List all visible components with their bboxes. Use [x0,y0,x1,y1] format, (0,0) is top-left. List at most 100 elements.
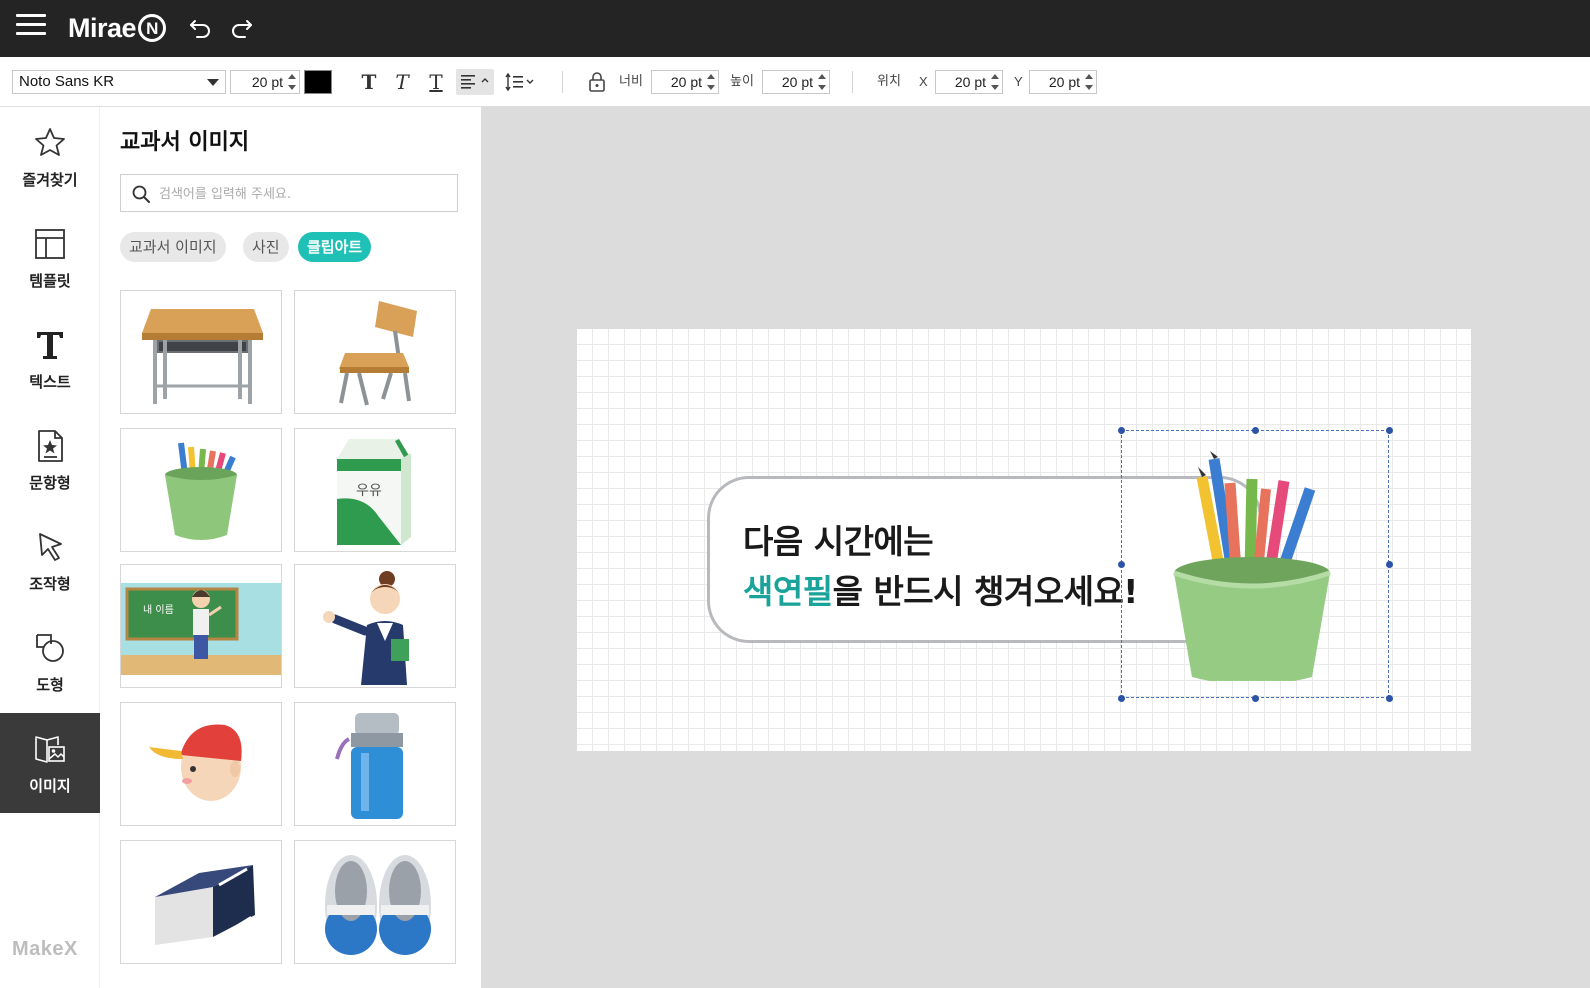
eraser-image [155,865,255,945]
sidebar-item-image[interactable]: 이미지 [0,713,100,813]
height-value: 20 pt [781,74,813,90]
message-line-2-rest: 을 반드시 챙겨오세요! [832,572,1139,611]
italic-button[interactable]: T [389,69,415,95]
filter-photos[interactable]: 사진 [243,232,289,262]
font-family-select[interactable]: Noto Sans KR [12,70,226,94]
format-toolbar: Noto Sans KR 20 pt T T T 너비 20 pt 높이 20 … [0,57,1590,107]
resize-handle-sw[interactable] [1118,695,1125,702]
sidebar-item-favorites[interactable]: 즐겨찾기 [0,107,100,207]
sidebar-item-label: 조작형 [29,575,71,593]
search-icon[interactable] [131,184,151,204]
image-thumb-milk[interactable]: 우유 [294,428,456,552]
text-color-swatch[interactable] [304,70,332,94]
image-thumb-shoes[interactable] [294,840,456,964]
height-label: 높이 [730,74,754,89]
sidebar-item-label: 즐겨찾기 [22,171,78,189]
spinner-icon[interactable] [1085,74,1093,90]
filter-clipart[interactable]: 클립아트 [298,232,372,262]
water-bottle-image [335,713,403,819]
teacher-image [323,571,409,685]
menu-icon[interactable] [16,14,46,38]
resize-handle-n[interactable] [1252,427,1259,434]
shape-icon [36,634,64,662]
sidebar-item-text[interactable]: 텍스트 [0,309,100,409]
sidebar-item-shape[interactable]: 도형 [0,612,100,712]
image-panel: 교과서 이미지 교과서 이미지 사진 클립아트 [100,107,481,988]
underline-button[interactable]: T [423,69,449,95]
artboard[interactable]: 다음 시간에는 색연필을 반드시 챙겨오세요! [577,329,1471,751]
top-bar: Mirae N [0,0,1590,57]
x-position-value: 20 pt [954,74,986,90]
width-label: 너비 [619,74,643,89]
image-thumb-eraser[interactable] [120,840,282,964]
accent-word: 색연필 [743,572,833,611]
line-spacing-dropdown[interactable] [503,69,539,95]
width-input[interactable]: 20 pt [651,70,719,94]
image-thumb-teacher[interactable] [294,564,456,688]
position-label: 위치 [877,74,901,89]
template-icon [35,229,65,259]
image-icon [35,736,65,763]
app-logo: Mirae N [68,12,167,44]
text-icon [37,332,63,359]
font-size-value: 20 pt [251,74,283,90]
chevron-down-icon [207,79,219,86]
classroom-image: 내 이름 [121,583,281,675]
search-input[interactable] [159,183,449,205]
resize-handle-ne[interactable] [1386,427,1393,434]
bold-button[interactable]: T [356,69,382,95]
board-text: 내 이름 [143,604,174,616]
selection-box [1118,427,1393,702]
image-thumb-desk[interactable] [120,290,282,414]
height-input[interactable]: 20 pt [762,70,830,94]
lock-icon[interactable] [587,71,607,93]
spinner-icon[interactable] [818,74,826,90]
question-icon [38,430,63,462]
font-size-input[interactable]: 20 pt [230,70,300,94]
indoor-shoes-image [325,855,431,955]
image-thumb-chair[interactable] [294,290,456,414]
filter-textbook-images[interactable]: 교과서 이미지 [120,232,226,262]
sidebar-item-template[interactable]: 템플릿 [0,208,100,308]
image-thumb-bottle[interactable] [294,702,456,826]
sidebar-item-interactive[interactable]: 조작형 [0,511,100,611]
star-icon [35,128,65,156]
image-thumb-pencil-cup[interactable] [120,428,282,552]
resize-handle-se[interactable] [1386,695,1393,702]
resize-handle-w[interactable] [1118,561,1125,568]
message-line-2: 색연필을 반드시 챙겨오세요! [743,565,1138,613]
align-dropdown[interactable] [456,69,494,95]
tool-sidebar: 즐겨찾기 템플릿 텍스트 문항형 조작형 도형 이미지 MakeX [0,107,100,988]
resize-handle-s[interactable] [1252,695,1259,702]
milk-label: 우유 [356,483,382,499]
x-position-input[interactable]: 20 pt [935,70,1003,94]
sidebar-item-label: 텍스트 [29,373,71,391]
undo-icon[interactable] [188,15,214,41]
spinner-icon[interactable] [991,74,999,90]
logo-text: Mirae [68,12,137,43]
resize-handle-nw[interactable] [1118,427,1125,434]
align-left-icon [461,75,489,89]
sidebar-item-label: 이미지 [29,777,71,795]
width-value: 20 pt [670,74,702,90]
toolbar-divider [562,71,563,93]
font-family-value: Noto Sans KR [19,73,115,90]
sidebar-item-label: 문항형 [29,474,71,492]
line-spacing-icon [505,72,534,92]
boy-cap-image [149,724,242,801]
x-label: X [919,74,928,89]
redo-icon[interactable] [228,15,254,41]
spinner-icon[interactable] [288,74,296,90]
spinner-icon[interactable] [707,74,715,90]
y-position-input[interactable]: 20 pt [1029,70,1097,94]
milk-carton-image: 우유 [337,439,411,545]
cursor-icon [39,533,62,561]
sidebar-item-label: 도형 [36,676,64,694]
image-thumb-classroom[interactable]: 내 이름 [120,564,282,688]
workspace[interactable]: 다음 시간에는 색연필을 반드시 챙겨오세요! [481,107,1590,988]
sidebar-item-label: 템플릿 [29,272,71,290]
resize-handle-e[interactable] [1386,561,1393,568]
toolbar-divider [852,71,853,93]
image-thumb-boy-cap[interactable] [120,702,282,826]
sidebar-item-question[interactable]: 문항형 [0,410,100,510]
